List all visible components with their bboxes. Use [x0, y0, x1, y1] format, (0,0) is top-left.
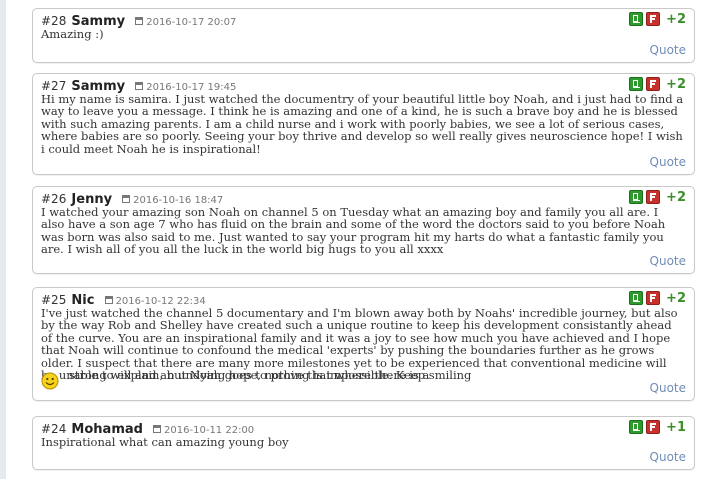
comment-number: #26 [41, 192, 67, 206]
thumbs-down-icon[interactable] [646, 77, 660, 91]
thumbs-down-icon[interactable] [646, 190, 660, 204]
calendar-icon [135, 17, 144, 25]
comment-number: #24 [41, 422, 67, 436]
vote-controls: +2 [626, 12, 686, 28]
comment-26: #26 Jenny 2016-10-16 18:47 +2 I watched … [32, 186, 695, 274]
calendar-icon [135, 82, 144, 90]
comment-text: I watched your amazing son Noah on chann… [41, 205, 666, 257]
comment-number: #27 [41, 79, 67, 93]
quote-link[interactable]: Quote [650, 254, 686, 268]
thumbs-down-icon[interactable] [646, 291, 660, 305]
comment-date: 2016-10-17 20:07 [146, 17, 237, 28]
vote-controls: +2 [626, 190, 686, 206]
comment-number: #25 [41, 293, 67, 307]
quote-link[interactable]: Quote [650, 450, 686, 464]
thumbs-up-icon[interactable] [629, 190, 643, 204]
calendar-icon [153, 425, 162, 433]
quote-link[interactable]: Quote [650, 155, 686, 169]
thumbs-down-icon[interactable] [646, 12, 660, 26]
comment-25: #25 Nic 2016-10-12 22:34 +2 I've just wa… [32, 287, 695, 401]
comment-header: #27 Sammy 2016-10-17 19:45 [41, 77, 236, 94]
comment-text: Amazing :) [41, 27, 104, 41]
comment-score: +2 [666, 77, 686, 92]
comment-text-continued: strong will and an undying hope, nothing… [69, 368, 472, 382]
comment-27: #27 Sammy 2016-10-17 19:45 +2 Hi my name… [32, 73, 695, 175]
comment-24: #24 Mohamad 2016-10-11 22:00 +1 Inspirat… [32, 416, 695, 470]
comment-number: #28 [41, 14, 67, 28]
comment-header: #28 Sammy 2016-10-17 20:07 [41, 12, 237, 29]
calendar-icon [122, 195, 131, 203]
quote-link[interactable]: Quote [650, 43, 686, 57]
vote-controls: +2 [626, 291, 686, 307]
calendar-icon [104, 296, 113, 304]
comment-28: #28 Sammy 2016-10-17 20:07 +2 Amazing :)… [32, 8, 695, 63]
thumbs-up-icon[interactable] [629, 291, 643, 305]
smiley-icon [41, 372, 59, 390]
thumbs-up-icon[interactable] [629, 12, 643, 26]
comment-score: +2 [666, 190, 686, 205]
thumbs-down-icon[interactable] [646, 420, 660, 434]
vote-controls: +1 [626, 420, 686, 436]
comment-score: +2 [666, 12, 686, 27]
comment-header: #25 Nic 2016-10-12 22:34 [41, 291, 206, 308]
page-left-rule [0, 0, 6, 479]
comment-text: Hi my name is samira. I just watched the… [41, 92, 684, 156]
comment-score: +1 [666, 420, 686, 435]
comment-header: #26 Jenny 2016-10-16 18:47 [41, 190, 223, 207]
comment-header: #24 Mohamad 2016-10-11 22:00 [41, 420, 254, 437]
thumbs-up-icon[interactable] [629, 420, 643, 434]
vote-controls: +2 [626, 77, 686, 93]
quote-link[interactable]: Quote [650, 381, 686, 395]
thumbs-up-icon[interactable] [629, 77, 643, 91]
comment-score: +2 [666, 291, 686, 306]
comment-text: Inspirational what can amazing young boy [41, 435, 289, 449]
